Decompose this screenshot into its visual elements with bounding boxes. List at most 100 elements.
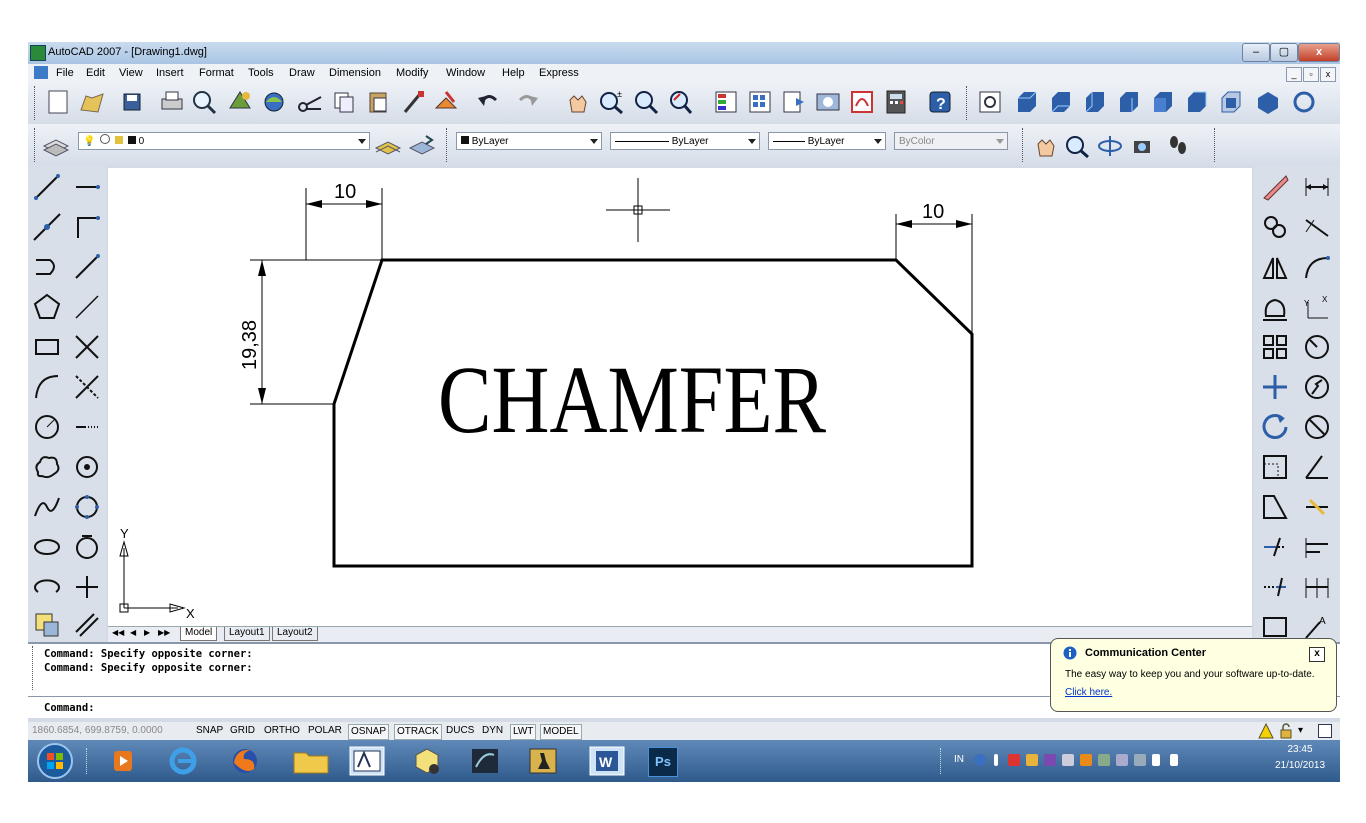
toolbar-grip[interactable] xyxy=(34,128,38,162)
tab-first-button[interactable]: ◀◀ xyxy=(112,628,124,637)
tool-palettes-icon[interactable] xyxy=(780,88,808,116)
ortho-toggle[interactable]: ORTHO xyxy=(262,724,302,738)
document-icon[interactable] xyxy=(34,66,48,79)
walk-icon[interactable] xyxy=(1164,132,1192,160)
baseline-dimension-icon[interactable] xyxy=(1302,532,1332,562)
construction-line-icon[interactable] xyxy=(32,212,62,242)
menu-file[interactable]: File xyxy=(56,67,74,79)
app-3d-taskbar-icon[interactable] xyxy=(410,745,444,777)
offset-icon[interactable] xyxy=(1260,292,1290,322)
design-center-icon[interactable] xyxy=(746,88,774,116)
right-view-icon[interactable] xyxy=(1114,88,1142,116)
tab-last-button[interactable]: ▶▶ xyxy=(158,628,170,637)
save-icon[interactable] xyxy=(118,88,146,116)
menu-draw[interactable]: Draw xyxy=(289,67,315,79)
zoom-icon[interactable] xyxy=(1064,132,1092,160)
menu-tools[interactable]: Tools xyxy=(248,67,274,79)
polar-toggle[interactable]: POLAR xyxy=(306,724,344,738)
tab-layout1[interactable]: Layout1 xyxy=(224,627,270,641)
circle-quadrants-icon[interactable] xyxy=(72,492,102,522)
rotate-icon[interactable] xyxy=(1260,412,1290,442)
tab-model[interactable]: Model xyxy=(180,627,218,641)
radius-dimension-icon[interactable] xyxy=(1302,332,1332,362)
3d-dwf-icon[interactable] xyxy=(260,88,288,116)
match-properties-icon[interactable] xyxy=(400,88,428,116)
layer-previous-icon[interactable] xyxy=(408,132,436,160)
model-toggle[interactable]: MODEL xyxy=(540,724,582,740)
start-orb-icon[interactable] xyxy=(36,742,74,780)
arc-icon[interactable] xyxy=(32,372,62,402)
layer-manager-icon[interactable] xyxy=(42,132,70,160)
pan-realtime-icon[interactable] xyxy=(564,88,592,116)
flag-tray-icon[interactable] xyxy=(1170,754,1178,766)
firefox-icon[interactable] xyxy=(228,745,262,777)
drawing-canvas[interactable]: 10 10 19,38 CHAMFER Y X xyxy=(108,168,1252,626)
trim-icon[interactable] xyxy=(1260,532,1290,562)
ucs-icon[interactable] xyxy=(72,212,102,242)
command-prompt-input[interactable]: Command: xyxy=(44,702,95,714)
mdi-minimize-button[interactable]: _ xyxy=(1286,67,1302,82)
grid-toggle[interactable]: GRID xyxy=(228,724,257,738)
angular-dimension-icon[interactable] xyxy=(1302,452,1332,482)
app-tray-icon[interactable] xyxy=(1026,754,1038,766)
block-editor-icon[interactable] xyxy=(432,88,460,116)
pan-icon[interactable] xyxy=(1032,132,1060,160)
camera-icon[interactable] xyxy=(1130,132,1158,160)
mirror-icon[interactable] xyxy=(1260,252,1290,282)
move-icon[interactable] xyxy=(1260,372,1290,402)
open-icon[interactable] xyxy=(78,88,106,116)
left-view-icon[interactable] xyxy=(1080,88,1108,116)
menu-modify[interactable]: Modify xyxy=(396,67,428,79)
scale-icon[interactable] xyxy=(1260,452,1290,482)
back-view-icon[interactable] xyxy=(1182,88,1210,116)
close-button[interactable]: x xyxy=(1298,43,1340,62)
cross-icon[interactable] xyxy=(72,332,102,362)
donut-icon[interactable] xyxy=(72,452,102,482)
help-tray-icon[interactable] xyxy=(974,754,986,766)
3ds-max-icon[interactable] xyxy=(468,745,502,777)
ellipse-arc-icon[interactable] xyxy=(32,572,62,602)
antivirus-tray-icon[interactable] xyxy=(1008,754,1020,766)
tab-layout2[interactable]: Layout2 xyxy=(272,627,318,641)
quickcalc-icon[interactable] xyxy=(882,88,910,116)
se-isometric-icon[interactable] xyxy=(1254,88,1282,116)
chevron-down-icon[interactable]: ▾ xyxy=(1298,725,1303,736)
menu-view[interactable]: View xyxy=(119,67,143,79)
clock-time[interactable]: 23:45 xyxy=(1270,744,1330,755)
counter-strike-icon[interactable] xyxy=(526,745,560,777)
mdi-restore-button[interactable]: ▫ xyxy=(1303,67,1319,82)
command-window-grip[interactable] xyxy=(32,646,36,690)
help-icon[interactable]: ? xyxy=(926,88,954,116)
plot-preview-icon[interactable] xyxy=(190,88,218,116)
language-indicator[interactable]: IN xyxy=(954,754,964,765)
diameter-dimension-icon[interactable] xyxy=(1302,412,1332,442)
quick-dimension-icon[interactable] xyxy=(1302,492,1332,522)
toolbar-grip[interactable] xyxy=(1022,128,1026,162)
aligned-dimension-icon[interactable] xyxy=(1302,212,1332,242)
menu-help[interactable]: Help xyxy=(502,67,525,79)
media-player-icon[interactable] xyxy=(106,745,140,777)
toolbar-grip[interactable] xyxy=(1214,128,1218,162)
ordinate-dimension-icon[interactable]: YX xyxy=(1302,292,1332,322)
perpendicular-icon[interactable] xyxy=(72,572,102,602)
paste-icon[interactable] xyxy=(364,88,392,116)
menu-format[interactable]: Format xyxy=(199,67,234,79)
continue-dimension-icon[interactable] xyxy=(1302,572,1332,602)
app-tray-icon[interactable] xyxy=(1098,754,1110,766)
chamfer-text[interactable]: CHAMFER xyxy=(438,346,826,453)
polygon-icon[interactable] xyxy=(32,292,62,322)
explorer-folder-icon[interactable] xyxy=(290,745,332,777)
zoom-realtime-icon[interactable]: ± xyxy=(598,88,626,116)
make-current-layer-icon[interactable] xyxy=(374,132,402,160)
erase-icon[interactable] xyxy=(1260,172,1290,202)
plot-icon[interactable] xyxy=(158,88,186,116)
menu-insert[interactable]: Insert xyxy=(156,67,184,79)
linetype-dropdown[interactable]: ByLayer xyxy=(610,132,760,150)
menu-dimension[interactable]: Dimension xyxy=(329,67,381,79)
menu-edit[interactable]: Edit xyxy=(86,67,105,79)
ray-icon[interactable] xyxy=(72,252,102,282)
ducs-toggle[interactable]: DUCS xyxy=(444,724,476,738)
stretch-icon[interactable] xyxy=(1260,492,1290,522)
circle-icon[interactable] xyxy=(32,412,62,442)
rectangle-icon[interactable] xyxy=(32,332,62,362)
